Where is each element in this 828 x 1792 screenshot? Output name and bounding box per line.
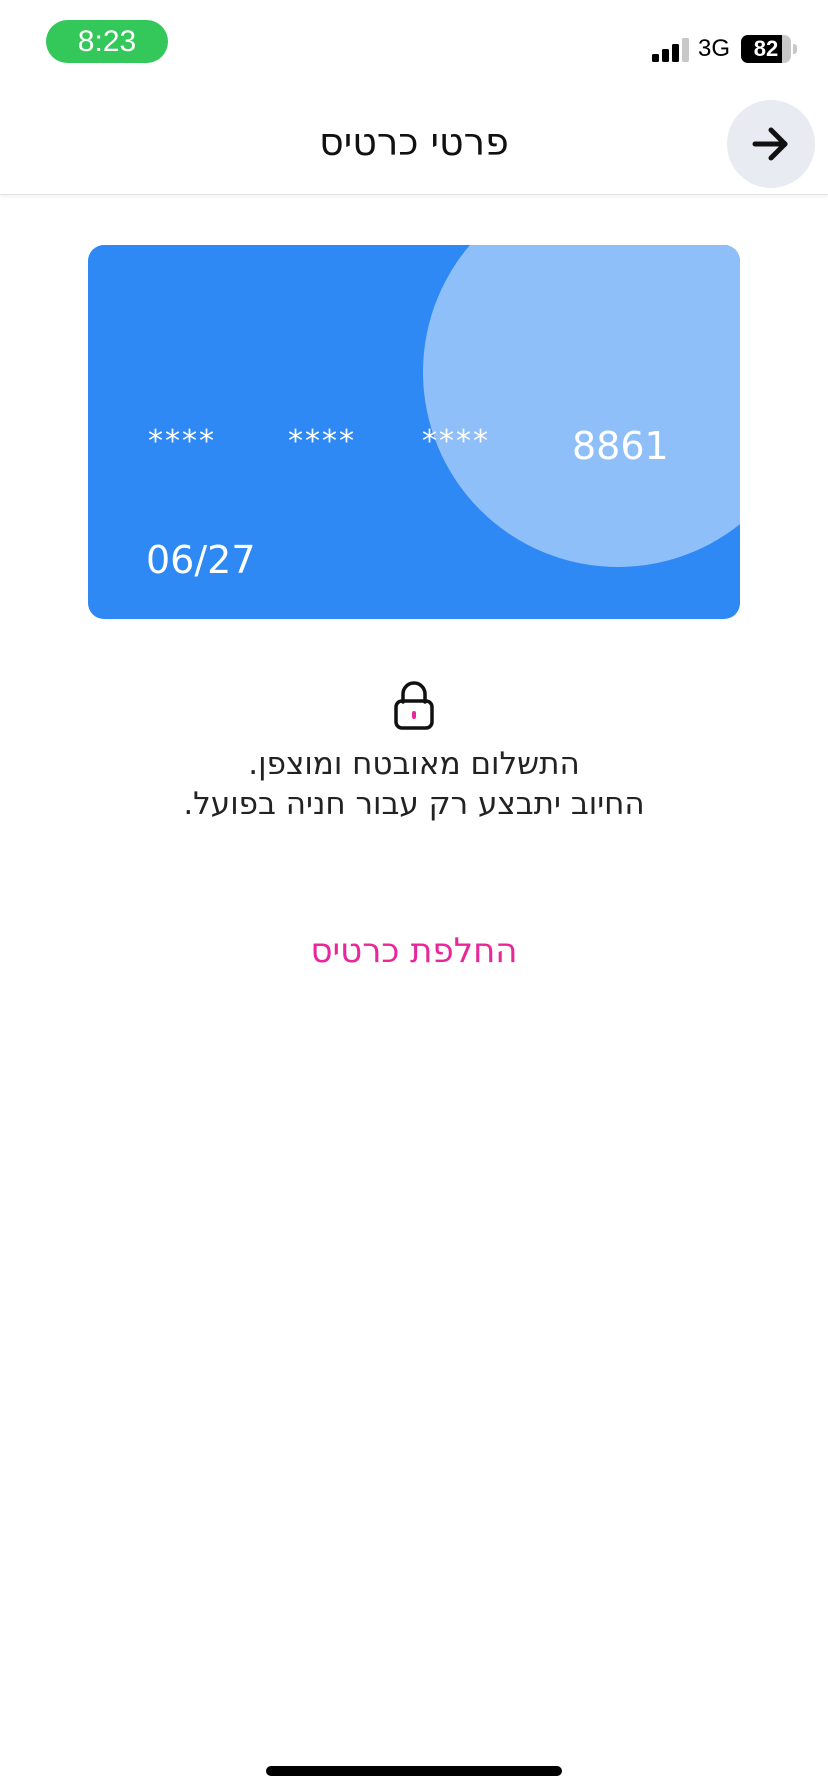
card-number-group-2: **** (288, 424, 356, 459)
status-time: 8:23 (46, 20, 168, 63)
credit-card: **** **** **** 8861 06/27 (88, 245, 740, 619)
card-last-four-digits: 8861 (572, 424, 669, 468)
status-bar: 8:23 3G 82 (0, 0, 828, 88)
card-number-group-3: **** (422, 424, 490, 459)
battery-cap (793, 44, 797, 54)
back-button[interactable] (727, 100, 815, 188)
security-note-line-1: התשלום מאובטח ומוצפן. (248, 746, 580, 782)
cellular-signal-icon (652, 38, 689, 62)
page-title: פרטי כרטיס (319, 120, 509, 164)
header: פרטי כרטיס (0, 88, 828, 195)
arrow-right-icon (752, 127, 788, 161)
card-decoration-circle (423, 245, 740, 567)
battery-icon: 82 (741, 35, 791, 63)
security-note-line-2: החיוב יתבצע רק עבור חניה בפועל. (183, 786, 645, 822)
security-note: התשלום מאובטח ומוצפן. החיוב יתבצע רק עבו… (64, 744, 764, 824)
network-type: 3G (698, 35, 731, 62)
lock-icon (394, 681, 434, 730)
change-card-link[interactable]: החלפת כרטיס (214, 928, 614, 974)
card-number-group-1: **** (148, 424, 216, 459)
battery-percentage: 82 (753, 36, 779, 61)
home-indicator (266, 1766, 562, 1776)
card-expiry-date: 06/27 (146, 538, 256, 582)
